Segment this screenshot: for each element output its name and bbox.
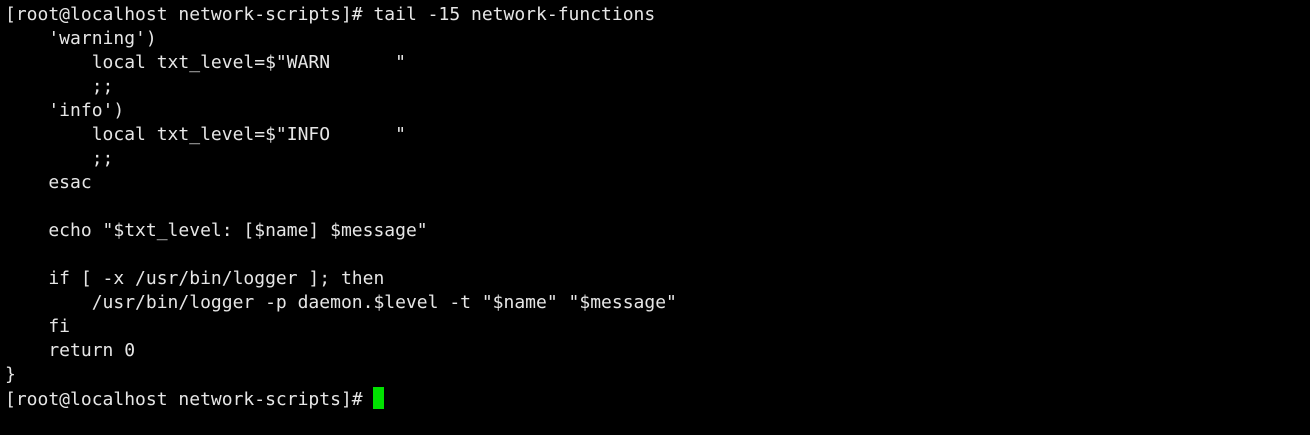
output-line: /usr/bin/logger -p daemon.$level -t "$na…	[5, 292, 677, 313]
command-line: [root@localhost network-scripts]# tail -…	[5, 3, 1310, 27]
command-text: tail -15 network-functions	[373, 4, 656, 25]
prompt: [root@localhost network-scripts]#	[5, 389, 363, 410]
output-line: return 0	[5, 340, 136, 361]
terminal-cursor	[372, 387, 384, 409]
output-line: fi	[5, 316, 71, 337]
prompt: [root@localhost network-scripts]#	[5, 4, 363, 25]
output-line: 'info')	[5, 100, 125, 121]
output-line: esac	[5, 172, 92, 193]
terminal-window[interactable]: [root@localhost network-scripts]# tail -…	[0, 0, 1310, 435]
output-line: echo "$txt_level: [$name] $message"	[5, 220, 428, 241]
output-line: }	[5, 364, 16, 385]
output-line: local txt_level=$"INFO "	[5, 124, 406, 145]
output-line: if [ -x /usr/bin/logger ]; then	[5, 268, 385, 289]
active-prompt-line[interactable]: [root@localhost network-scripts]#	[5, 387, 1310, 411]
output-line: ;;	[5, 148, 114, 169]
output-line: 'warning')	[5, 28, 157, 49]
output-line: local txt_level=$"WARN "	[5, 52, 406, 73]
output-line: ;;	[5, 76, 114, 97]
